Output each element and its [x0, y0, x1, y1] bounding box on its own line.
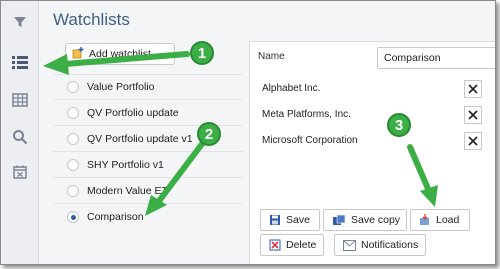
callout-1: 1: [190, 41, 214, 65]
app-window: Watchlists Add watchlist Value Portfolio…: [0, 0, 496, 265]
callout-3: 3: [387, 113, 411, 137]
annotation-arrows: [43, 51, 438, 216]
callout-2: 2: [197, 122, 221, 146]
